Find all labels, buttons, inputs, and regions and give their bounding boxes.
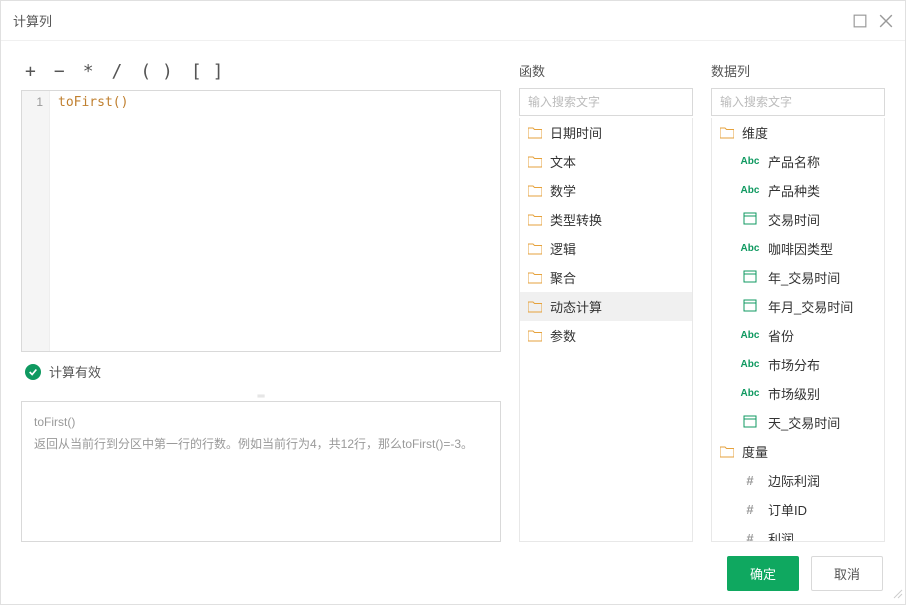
op-parens[interactable]: ( ) bbox=[140, 61, 173, 82]
column-item-label: 利润 bbox=[768, 529, 794, 542]
description-name: toFirst() bbox=[34, 412, 488, 434]
function-category[interactable]: 数学 bbox=[520, 176, 692, 205]
calculated-column-dialog: 计算列 + − * / ( ) [ ] 1 toFir bbox=[0, 0, 906, 605]
function-category[interactable]: 逻辑 bbox=[520, 234, 692, 263]
ok-button[interactable]: 确定 bbox=[727, 556, 799, 591]
column-item[interactable]: 天_交易时间 bbox=[712, 408, 884, 437]
column-item[interactable]: Abc 市场分布 bbox=[712, 350, 884, 379]
text-type-icon: Abc bbox=[740, 330, 760, 341]
column-item-label: 交易时间 bbox=[768, 210, 820, 229]
functions-search-input[interactable] bbox=[519, 88, 693, 116]
column-item-label: 咖啡因类型 bbox=[768, 239, 833, 258]
function-category[interactable]: 参数 bbox=[520, 321, 692, 350]
function-category-label: 数学 bbox=[550, 181, 576, 200]
functions-tree[interactable]: 日期时间文本数学类型转换逻辑聚合动态计算参数 bbox=[519, 118, 693, 542]
column-item-label: 省份 bbox=[768, 326, 794, 345]
validation-status: 计算有效 bbox=[21, 352, 501, 391]
function-category[interactable]: 聚合 bbox=[520, 263, 692, 292]
columns-tree[interactable]: 维度 Abc 产品名称 Abc 产品种类交易时间 Abc 咖啡因类型年_交易时间年月_交易时… bbox=[711, 118, 885, 542]
function-category-label: 参数 bbox=[550, 326, 576, 345]
description-text: 返回从当前行到分区中第一行的行数。例如当前行为4，共12行，那么toFirst(… bbox=[34, 434, 488, 456]
text-type-icon: Abc bbox=[740, 388, 760, 399]
column-item[interactable]: Abc 省份 bbox=[712, 321, 884, 350]
column-item-label: 市场分布 bbox=[768, 355, 820, 374]
date-type-icon bbox=[740, 414, 760, 431]
column-item-label: 年_交易时间 bbox=[768, 268, 840, 287]
column-item-label: 边际利润 bbox=[768, 471, 820, 490]
columns-header: 数据列 bbox=[711, 61, 885, 88]
column-item[interactable]: # 利润 bbox=[712, 524, 884, 542]
line-number: 1 bbox=[24, 95, 43, 109]
maximize-icon[interactable] bbox=[853, 14, 867, 28]
status-text: 计算有效 bbox=[49, 362, 101, 381]
column-group-label: 维度 bbox=[742, 123, 768, 142]
resize-grip-icon[interactable] bbox=[891, 587, 903, 602]
cancel-button[interactable]: 取消 bbox=[811, 556, 883, 591]
column-item[interactable]: 年月_交易时间 bbox=[712, 292, 884, 321]
column-group-label: 度量 bbox=[742, 442, 768, 461]
functions-header: 函数 bbox=[519, 61, 693, 88]
column-item-label: 年月_交易时间 bbox=[768, 297, 853, 316]
column-group[interactable]: 维度 bbox=[712, 118, 884, 147]
column-item-label: 天_交易时间 bbox=[768, 413, 840, 432]
column-item-label: 产品种类 bbox=[768, 181, 820, 200]
functions-panel: 函数 日期时间文本数学类型转换逻辑聚合动态计算参数 bbox=[519, 61, 693, 542]
dialog-title: 计算列 bbox=[13, 11, 853, 30]
text-type-icon: Abc bbox=[740, 185, 760, 196]
date-type-icon bbox=[740, 269, 760, 286]
number-type-icon: # bbox=[740, 473, 760, 488]
function-category[interactable]: 文本 bbox=[520, 147, 692, 176]
function-category-label: 逻辑 bbox=[550, 239, 576, 258]
function-category[interactable]: 类型转换 bbox=[520, 205, 692, 234]
column-item-label: 订单ID bbox=[768, 500, 807, 519]
op-plus[interactable]: + bbox=[25, 61, 36, 82]
date-type-icon bbox=[740, 211, 760, 228]
op-multiply[interactable]: * bbox=[83, 61, 94, 82]
column-item[interactable]: Abc 产品种类 bbox=[712, 176, 884, 205]
column-item[interactable]: 交易时间 bbox=[712, 205, 884, 234]
function-category-label: 类型转换 bbox=[550, 210, 602, 229]
column-item-label: 产品名称 bbox=[768, 152, 820, 171]
formula-editor[interactable]: 1 toFirst() bbox=[21, 90, 501, 352]
text-type-icon: Abc bbox=[740, 243, 760, 254]
function-category-label: 文本 bbox=[550, 152, 576, 171]
window-controls bbox=[853, 14, 893, 28]
columns-panel: 数据列 维度 Abc 产品名称 Abc 产品种类交易时间 Abc 咖啡因类型年_交易时间年月… bbox=[711, 61, 885, 542]
splitter-handle[interactable]: ═ bbox=[21, 391, 501, 401]
dialog-footer: 确定 取消 bbox=[1, 542, 905, 604]
op-minus[interactable]: − bbox=[54, 61, 65, 82]
column-item[interactable]: Abc 市场级别 bbox=[712, 379, 884, 408]
editor-column: + − * / ( ) [ ] 1 toFirst() 计算有效 ═ bbox=[21, 61, 501, 542]
text-type-icon: Abc bbox=[740, 156, 760, 167]
number-type-icon: # bbox=[740, 502, 760, 517]
description-box: toFirst() 返回从当前行到分区中第一行的行数。例如当前行为4，共12行，… bbox=[21, 401, 501, 542]
line-gutter: 1 bbox=[22, 91, 50, 351]
function-category[interactable]: 动态计算 bbox=[520, 292, 692, 321]
column-item[interactable]: Abc 产品名称 bbox=[712, 147, 884, 176]
column-item[interactable]: Abc 咖啡因类型 bbox=[712, 234, 884, 263]
function-category-label: 聚合 bbox=[550, 268, 576, 287]
title-bar: 计算列 bbox=[1, 1, 905, 41]
dialog-content: + − * / ( ) [ ] 1 toFirst() 计算有效 ═ bbox=[1, 41, 905, 542]
columns-search-input[interactable] bbox=[711, 88, 885, 116]
text-type-icon: Abc bbox=[740, 359, 760, 370]
column-item[interactable]: # 边际利润 bbox=[712, 466, 884, 495]
function-category[interactable]: 日期时间 bbox=[520, 118, 692, 147]
column-item[interactable]: # 订单ID bbox=[712, 495, 884, 524]
number-type-icon: # bbox=[740, 531, 760, 542]
column-item[interactable]: 年_交易时间 bbox=[712, 263, 884, 292]
date-type-icon bbox=[740, 298, 760, 315]
operator-toolbar: + − * / ( ) [ ] bbox=[21, 61, 501, 90]
op-brackets[interactable]: [ ] bbox=[191, 61, 224, 82]
op-divide[interactable]: / bbox=[112, 61, 123, 82]
close-icon[interactable] bbox=[879, 14, 893, 28]
check-icon bbox=[25, 364, 41, 380]
function-category-label: 日期时间 bbox=[550, 123, 602, 142]
function-category-label: 动态计算 bbox=[550, 297, 602, 316]
column-group[interactable]: 度量 bbox=[712, 437, 884, 466]
formula-code[interactable]: toFirst() bbox=[50, 91, 500, 351]
column-item-label: 市场级别 bbox=[768, 384, 820, 403]
